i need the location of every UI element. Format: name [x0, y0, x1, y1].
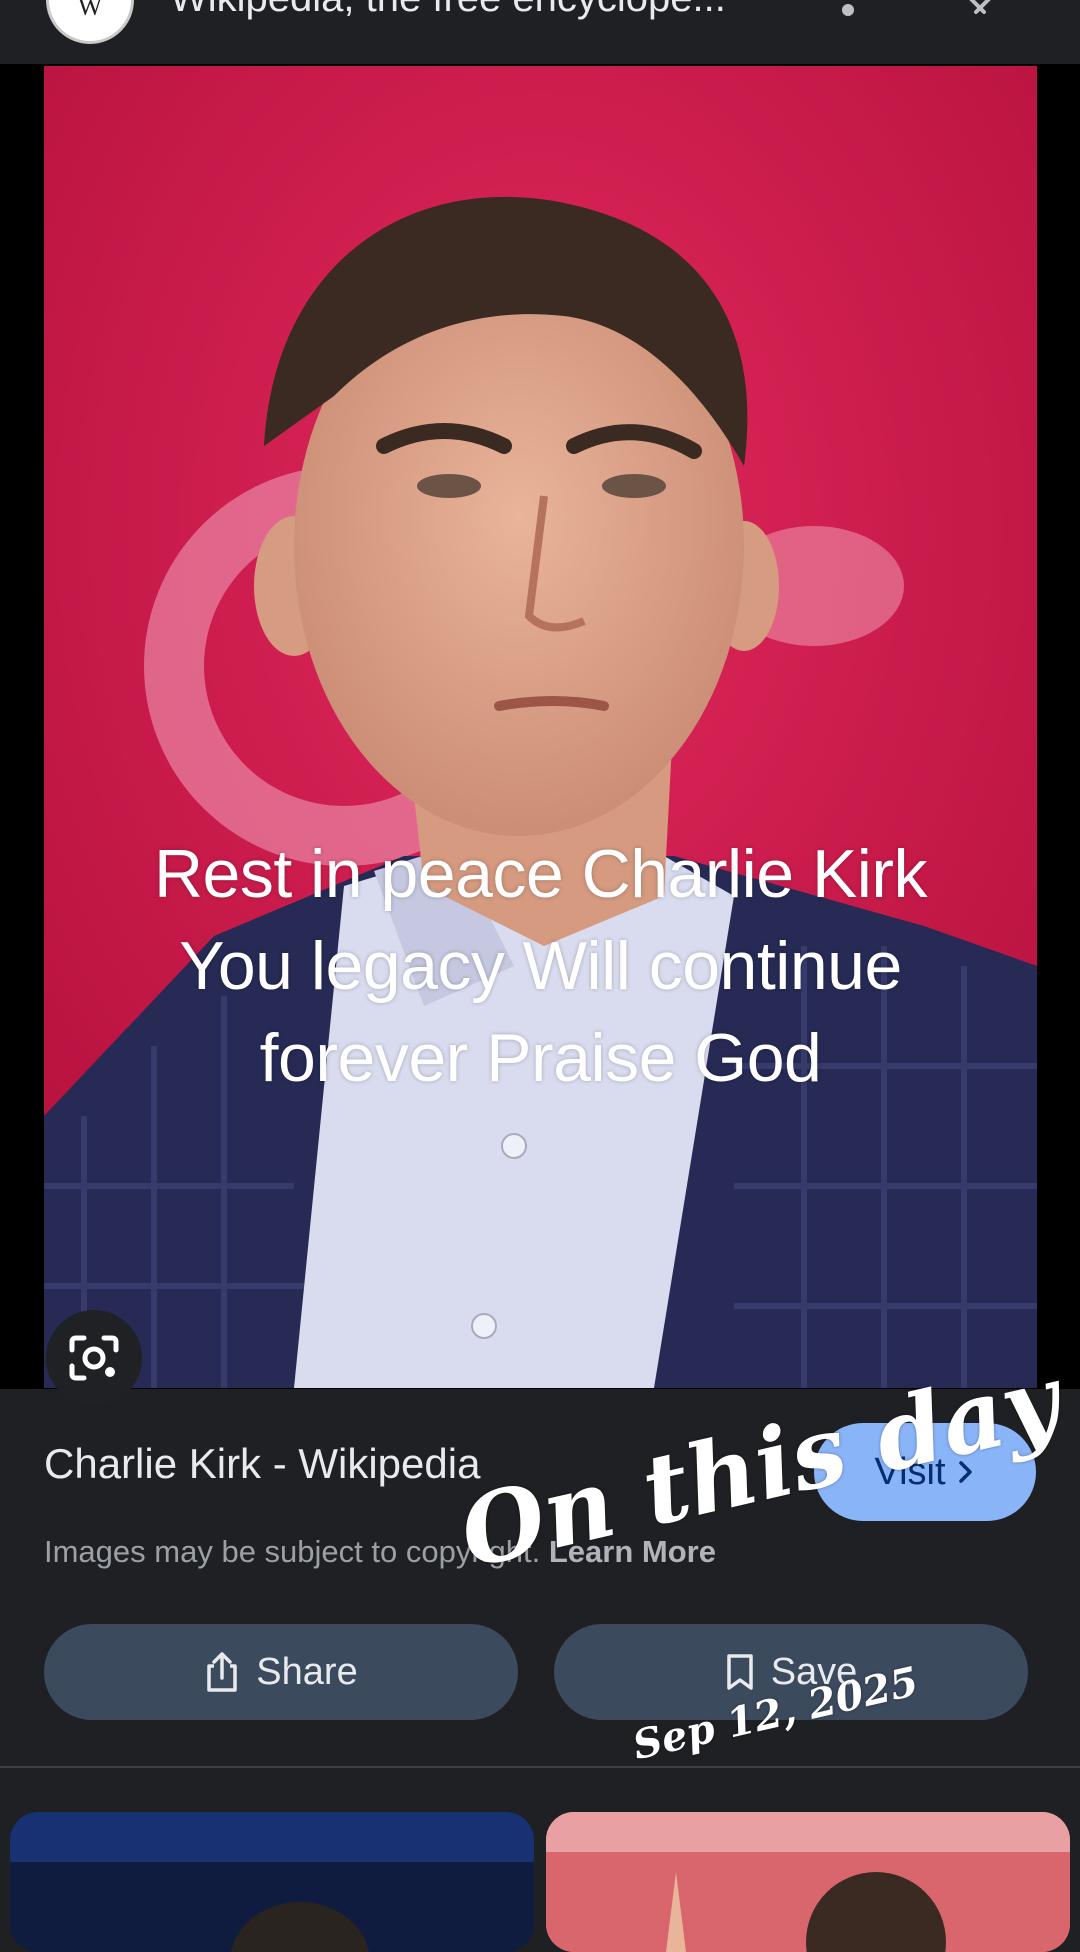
save-button[interactable]: Save [554, 1624, 1028, 1720]
related-image-thumbnail[interactable] [546, 1812, 1070, 1952]
wikipedia-favicon: W [46, 0, 134, 44]
caption-line: You legacy Will continue [179, 928, 902, 1004]
google-lens-button[interactable] [46, 1310, 142, 1406]
image-caption-overlay: Rest in peace Charlie Kirk You legacy Wi… [44, 828, 1037, 1104]
related-image-thumbnail[interactable] [10, 1812, 534, 1952]
caption-line: forever Praise God [259, 1020, 822, 1096]
site-title[interactable]: Wikipedia, the free encyclope... [170, 0, 726, 21]
google-lens-icon [69, 1335, 119, 1381]
copyright-notice: Images may be subject to copyright. Lear… [44, 1534, 716, 1570]
portrait-illustration [44, 66, 1037, 1388]
image-viewer: Rest in peace Charlie Kirk You legacy Wi… [0, 64, 1080, 1406]
share-label: Share [256, 1650, 358, 1693]
share-button[interactable]: Share [44, 1624, 518, 1720]
share-icon [207, 1652, 238, 1692]
visit-label: Visit [874, 1450, 946, 1493]
close-icon[interactable] [956, 0, 1004, 20]
copyright-text: Images may be subject to copyright. [44, 1534, 541, 1569]
more-vertical-icon[interactable] [838, 0, 858, 20]
divider [0, 1766, 1080, 1768]
visit-button[interactable]: Visit [814, 1423, 1036, 1521]
chevron-right-icon [958, 1461, 972, 1483]
learn-more-link[interactable]: Learn More [549, 1534, 716, 1569]
caption-line: Rest in peace Charlie Kirk [153, 836, 928, 912]
bookmark-icon [726, 1654, 753, 1690]
preview-image[interactable]: Rest in peace Charlie Kirk You legacy Wi… [44, 66, 1037, 1388]
save-label: Save [770, 1650, 858, 1693]
result-title[interactable]: Charlie Kirk - Wikipedia [44, 1440, 480, 1488]
top-bar: W Wikipedia, the free encyclope... [0, 0, 1080, 64]
